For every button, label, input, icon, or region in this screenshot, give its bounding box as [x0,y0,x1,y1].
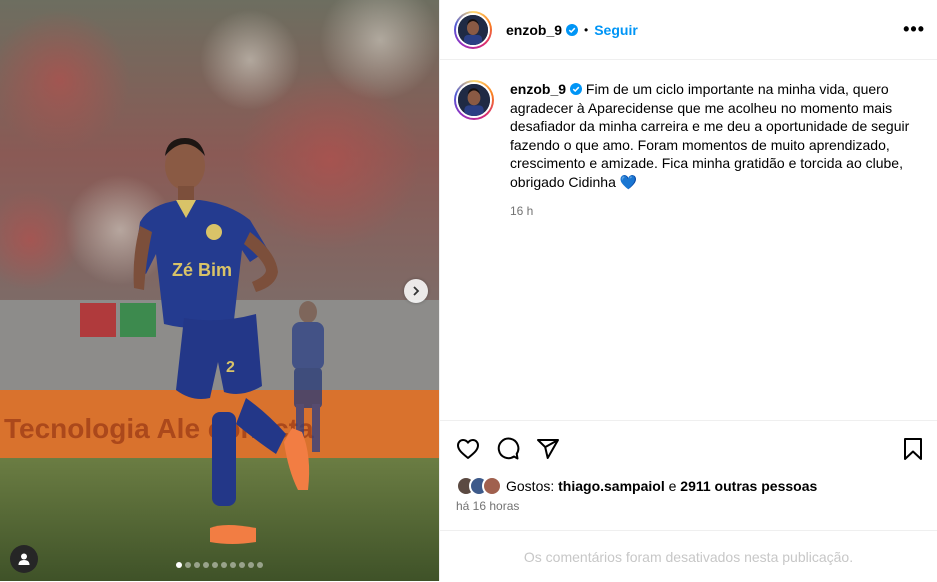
like-button[interactable] [456,437,480,466]
post-photo: Tecnologia Ale conecta Zé Bim 2 [0,0,439,581]
follow-button[interactable]: Seguir [594,22,638,38]
carousel-dot [248,562,254,568]
comments-disabled-notice: Os comentários foram desativados nesta p… [440,530,937,582]
carousel-dot [203,562,209,568]
tagged-users-button[interactable] [10,545,38,573]
avatar [482,476,502,496]
carousel-dot [257,562,263,568]
caption-username[interactable]: enzob_9 [510,81,566,97]
likes-others-link[interactable]: 2911 outras pessoas [680,478,817,494]
username-link[interactable]: enzob_9 [506,22,562,38]
caption-text-block: enzob_9 Fim de um ciclo importante na mi… [510,80,915,221]
carousel-dot [185,562,191,568]
save-button[interactable] [902,437,924,466]
liker-avatars[interactable] [456,476,502,496]
likes-row: Gostos: thiago.sampaiol e 2911 outras pe… [456,476,817,496]
carousel-dot [221,562,227,568]
share-icon [537,439,559,459]
separator-dot: • [584,22,589,37]
carousel-indicator [0,562,439,568]
post-modal: Tecnologia Ale conecta Zé Bim 2 enzob_9 … [0,0,937,581]
verified-icon [570,83,583,95]
likes-text: Gostos: thiago.sampaiol e 2911 outras pe… [506,478,817,494]
caption-avatar[interactable] [454,80,494,120]
more-options-button[interactable]: ••• [903,19,925,40]
carousel-dot [176,562,182,568]
carousel-dot [230,562,236,568]
svg-text:2: 2 [226,359,235,376]
more-icon: ••• [903,19,925,39]
carousel-dot [239,562,245,568]
comment-button[interactable] [496,437,520,466]
post-media[interactable]: Tecnologia Ale conecta Zé Bim 2 [0,0,439,581]
verified-icon [566,23,579,36]
chevron-right-icon [413,286,420,296]
action-bar [440,420,937,479]
heart-icon [457,439,479,459]
caption-timestamp[interactable]: 16 h [510,202,915,221]
post-header: enzob_9 • Seguir ••• [440,0,937,60]
avatar[interactable] [454,10,492,49]
caption-text: Fim de um ciclo importante na minha vida… [510,81,910,190]
caption-block: enzob_9 Fim de um ciclo importante na mi… [454,80,924,221]
svg-text:Zé Bim: Zé Bim [172,260,232,280]
likes-join: e [668,478,677,494]
profile-picture [458,14,488,45]
carousel-dot [212,562,218,568]
profile-picture [458,84,490,116]
comment-icon [497,437,520,460]
bookmark-icon [904,438,922,460]
liker-username-link[interactable]: thiago.sampaiol [558,478,665,494]
carousel-dot [194,562,200,568]
likes-prefix: Gostos: [506,478,555,494]
carousel-next-button[interactable] [404,279,428,303]
post-side-panel: enzob_9 • Seguir ••• enzob_9 Fim de um c… [439,0,937,581]
post-timestamp[interactable]: há 16 horas [456,499,519,513]
share-button[interactable] [536,437,560,466]
